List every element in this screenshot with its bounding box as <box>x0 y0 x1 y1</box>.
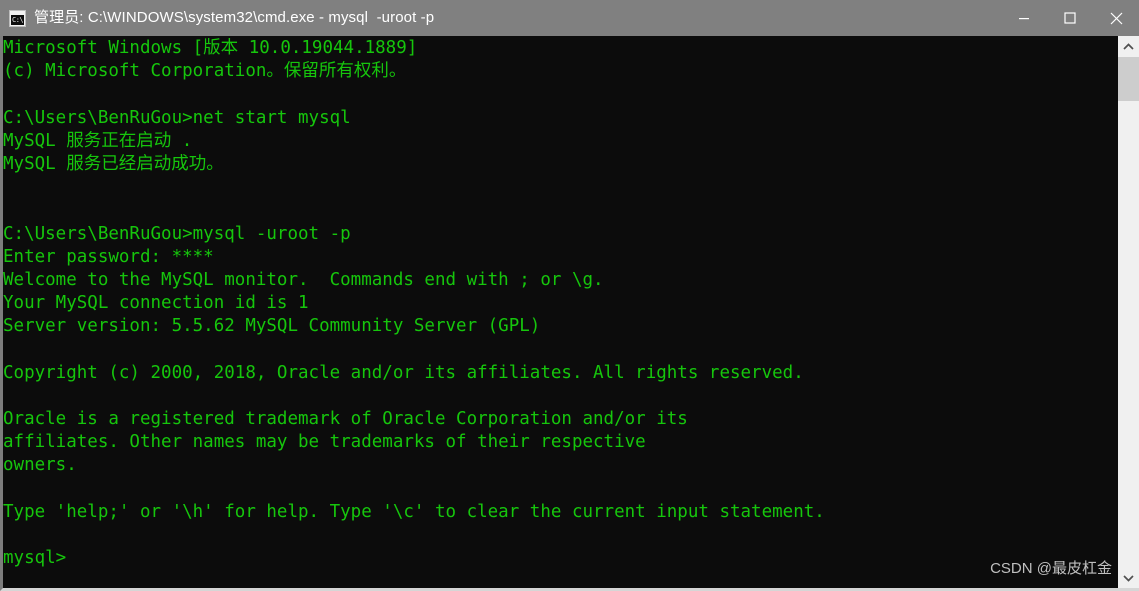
console-line: (c) Microsoft Corporation。保留所有权利。 <box>3 61 407 82</box>
console-line: Welcome to the MySQL monitor. Commands e… <box>3 269 604 290</box>
chevron-up-icon <box>1123 42 1134 50</box>
console-line: Microsoft Windows [版本 10.0.19044.1889] <box>3 38 418 58</box>
console-line: mysql> <box>3 548 67 569</box>
console-line: Enter password: **** <box>3 246 214 267</box>
chevron-down-icon <box>1123 574 1134 582</box>
scroll-up-button[interactable] <box>1118 36 1139 57</box>
console-text: Microsoft Windows [版本 10.0.19044.1889] (c… <box>3 37 1118 570</box>
cmd-console-icon: C:\. <box>9 9 26 27</box>
console-line: affiliates. Other names may be trademark… <box>3 432 646 453</box>
minimize-icon <box>1019 18 1029 20</box>
console-line: owners. <box>3 455 77 476</box>
console-line: C:\Users\BenRuGou>net start mysql <box>3 107 351 128</box>
window-title: 管理员: C:\WINDOWS\system32\cmd.exe - mysql… <box>34 9 435 26</box>
scroll-down-button[interactable] <box>1118 567 1139 588</box>
window-titlebar[interactable]: C:\. 管理员: C:\WINDOWS\system32\cmd.exe - … <box>0 0 1139 36</box>
console-line: MySQL 服务正在启动 . <box>3 130 193 151</box>
console-output-area[interactable]: Microsoft Windows [版本 10.0.19044.1889] (c… <box>0 36 1139 591</box>
console-line: MySQL 服务已经启动成功。 <box>3 153 224 174</box>
console-line: Copyright (c) 2000, 2018, Oracle and/or … <box>3 362 804 383</box>
maximize-icon <box>1064 12 1076 24</box>
console-line: Server version: 5.5.62 MySQL Community S… <box>3 316 541 337</box>
minimize-button[interactable] <box>1001 0 1047 36</box>
close-button[interactable] <box>1093 0 1139 36</box>
console-line: C:\Users\BenRuGou>mysql -uroot -p <box>3 223 351 244</box>
cmd-window: C:\. 管理员: C:\WINDOWS\system32\cmd.exe - … <box>0 0 1139 591</box>
maximize-button[interactable] <box>1047 0 1093 36</box>
console-line: Oracle is a registered trademark of Orac… <box>3 409 688 429</box>
scrollbar-thumb[interactable] <box>1118 57 1139 101</box>
close-icon <box>1110 12 1122 24</box>
cmd-console-icon-glyph: C:\. <box>11 14 24 25</box>
console-line: Your MySQL connection id is 1 <box>3 293 309 314</box>
vertical-scrollbar[interactable] <box>1118 36 1139 588</box>
console-line: Type 'help;' or '\h' for help. Type '\c'… <box>3 501 825 522</box>
